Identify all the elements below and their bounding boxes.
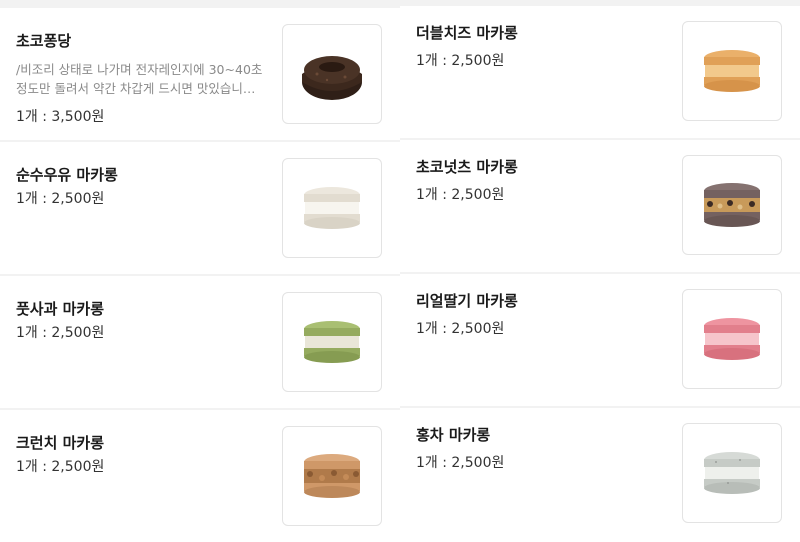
green-apple-macaron-image[interactable]	[282, 292, 382, 392]
crunch-macaron-image[interactable]	[282, 426, 382, 526]
menu-column-left: 초코퐁당 /비조리 상태로 나가며 전자레인지에 30~40초 정도만 돌려서 …	[0, 0, 400, 542]
menu-item-name: 더블치즈 마카롱	[416, 24, 518, 42]
menu-column-right: 더블치즈 마카롱 1개 : 2,500원 초코넛츠 마카롱 1개 : 2,500…	[400, 0, 800, 540]
menu-item-name: 크런치 마카롱	[16, 434, 105, 452]
macaron-icon	[304, 454, 360, 498]
menu-item-name: 순수우유 마카롱	[16, 166, 118, 184]
menu-item-price: 1개 : 2,500원	[16, 325, 105, 341]
menu-item-price: 1개 : 2,500원	[416, 455, 505, 471]
choco-fondant-image[interactable]	[282, 24, 382, 124]
menu-item-choco-nuts-macaron[interactable]: 초코넛츠 마카롱 1개 : 2,500원	[400, 140, 800, 272]
menu-item-name: 홍차 마카롱	[416, 426, 491, 444]
menu-item-strawberry-macaron[interactable]: 리얼딸기 마카롱 1개 : 2,500원	[400, 274, 800, 406]
choco-fondant-icon	[302, 56, 362, 100]
menu-item-price: 1개 : 2,500원	[16, 459, 105, 475]
macaron-icon	[704, 452, 760, 494]
choco-nuts-macaron-image[interactable]	[682, 155, 782, 255]
black-tea-macaron-image[interactable]	[682, 423, 782, 523]
menu-item-price: 1개 : 2,500원	[416, 321, 505, 337]
menu-item-black-tea-macaron[interactable]: 홍차 마카롱 1개 : 2,500원	[400, 408, 800, 540]
macaron-icon	[704, 183, 760, 227]
macaron-icon	[704, 50, 760, 92]
menu-item-crunch-macaron[interactable]: 크런치 마카롱 1개 : 2,500원	[0, 410, 400, 542]
menu-item-name: 초코퐁당	[16, 32, 72, 50]
menu-item-price: 1개 : 3,500원	[16, 109, 105, 125]
strawberry-macaron-image[interactable]	[682, 289, 782, 389]
menu-item-milk-macaron[interactable]: 순수우유 마카롱 1개 : 2,500원	[0, 142, 400, 274]
macaron-icon	[304, 321, 360, 363]
macaron-icon	[704, 318, 760, 360]
menu-item-price: 1개 : 2,500원	[16, 191, 105, 207]
menu-item-name: 풋사과 마카롱	[16, 300, 105, 318]
menu-item-double-cheese-macaron[interactable]: 더블치즈 마카롱 1개 : 2,500원	[400, 6, 800, 138]
macaron-icon	[304, 187, 360, 229]
double-cheese-macaron-image[interactable]	[682, 21, 782, 121]
menu-item-green-apple-macaron[interactable]: 풋사과 마카롱 1개 : 2,500원	[0, 276, 400, 408]
menu-item-description: /비조리 상태로 나가며 전자레인지에 30~40초 정도만 돌려서 약간 차갑…	[16, 62, 263, 96]
menu-item-name: 초코넛츠 마카롱	[416, 158, 518, 176]
menu-item-choco-fondant[interactable]: 초코퐁당 /비조리 상태로 나가며 전자레인지에 30~40초 정도만 돌려서 …	[0, 8, 400, 140]
menu-item-price: 1개 : 2,500원	[416, 187, 505, 203]
milk-macaron-image[interactable]	[282, 158, 382, 258]
menu-item-name: 리얼딸기 마카롱	[416, 292, 518, 310]
menu-item-price: 1개 : 2,500원	[416, 53, 505, 69]
